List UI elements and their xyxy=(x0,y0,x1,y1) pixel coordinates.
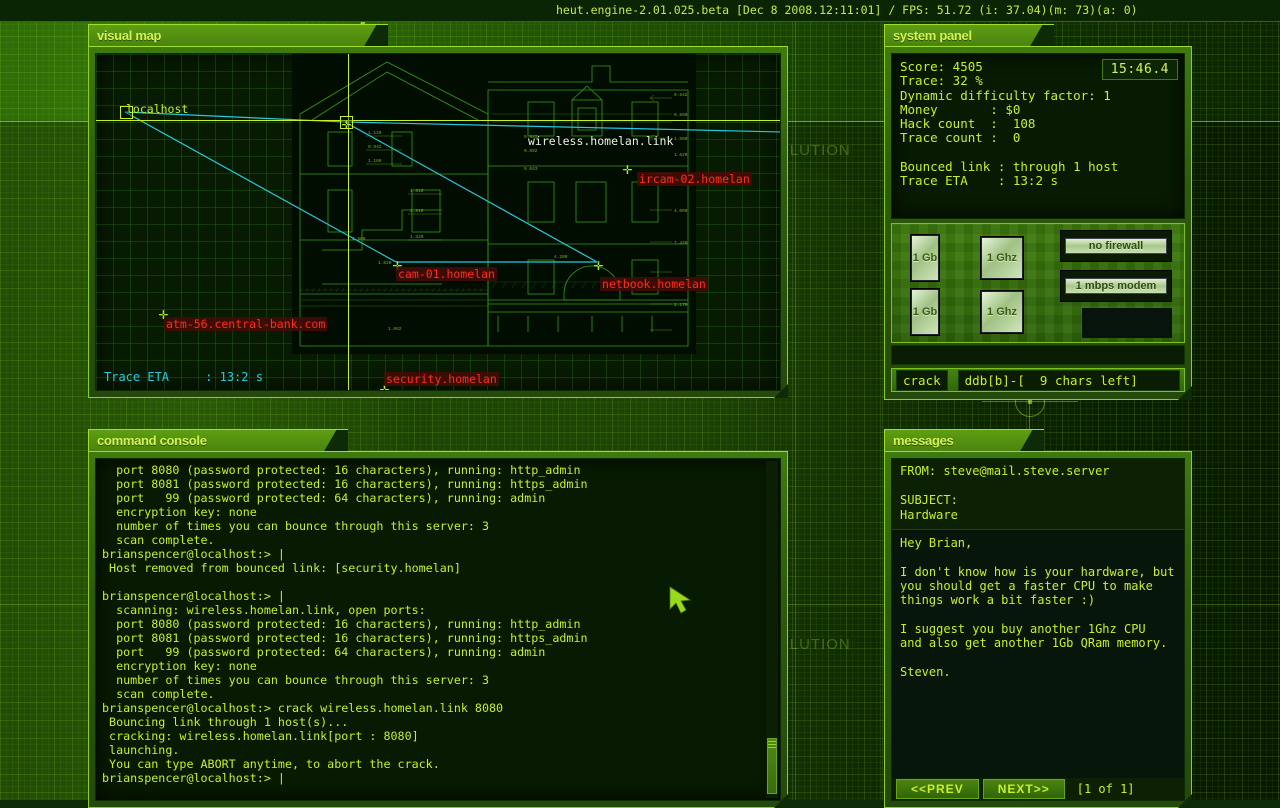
system-panel-title: system panel xyxy=(893,28,972,43)
map-node-label-security-homelan[interactable]: security.homelan xyxy=(384,372,499,386)
prev-message-button[interactable]: <<PREV xyxy=(896,779,979,799)
map-axis-vertical xyxy=(348,54,349,391)
console-screen[interactable]: port 8080 (password protected: 16 charac… xyxy=(95,458,781,801)
map-node-label-atm-56-central-bank[interactable]: atm-56.central-bank.com xyxy=(164,317,327,331)
crack-progress-bar: crack ddb[b]-[ 9 chars left] xyxy=(891,368,1185,392)
visual-map-title: visual map xyxy=(97,28,161,43)
modem-slot[interactable]: 1 mbps modem xyxy=(1060,270,1172,302)
map-node-label-ircam-02-homelan[interactable]: ircam-02.homelan xyxy=(637,172,752,186)
map-connection-lines xyxy=(96,54,781,391)
messages-nav: <<PREV NEXT>> [1 of 1] xyxy=(892,778,1184,800)
next-message-button[interactable]: NEXT>> xyxy=(983,779,1065,799)
ram-slot-1[interactable]: 1 Gb xyxy=(910,234,940,282)
console-output: port 8080 (password protected: 16 charac… xyxy=(100,463,780,785)
hardware-board: 1 Gb 1 Gb 1 Ghz 1 Ghz no firewall 1 mbps… xyxy=(891,223,1185,343)
messages-screen: FROM: steve@mail.steve.server SUBJECT: H… xyxy=(891,458,1185,801)
cpu-slot-1-label: 1 Ghz xyxy=(987,253,1017,264)
command-console-panel: command console port 8080 (password prot… xyxy=(88,429,788,808)
system-panel: system panel Score: 4505 Trace: 32 % Dyn… xyxy=(884,24,1192,400)
map-node-marker-wireless-homelan-link[interactable]: ✛ xyxy=(339,116,354,131)
map-node-label-localhost[interactable]: localhost xyxy=(126,102,188,116)
system-panel-spacer xyxy=(891,345,1185,365)
cpu-slot-1[interactable]: 1 Ghz xyxy=(980,236,1024,280)
map-trace-eta: Trace ETA : 13:2 s xyxy=(104,370,263,384)
map-node-marker-ircam-02-homelan[interactable]: ✛ xyxy=(620,161,635,176)
command-console-title: command console xyxy=(97,433,207,448)
cpu-slot-2[interactable]: 1 Ghz xyxy=(980,290,1024,334)
map-node-label-netbook-homelan[interactable]: netbook.homelan xyxy=(600,277,708,291)
console-scrollbar[interactable] xyxy=(766,461,778,798)
background-vrule-right xyxy=(880,0,881,800)
visual-map-body: 0.9420.880 1.5001.620 0.3874.000 7.4202.… xyxy=(88,46,788,398)
map-node-label-wireless-homelan-link[interactable]: wireless.homelan.link xyxy=(528,134,673,148)
crack-button[interactable]: crack xyxy=(896,370,948,391)
firewall-label: no firewall xyxy=(1089,240,1143,252)
ram-slot-2-label: 1 Gb xyxy=(913,307,937,318)
system-stats-screen: Score: 4505 Trace: 32 % Dynamic difficul… xyxy=(891,53,1185,219)
map-node-label-cam-01-homelan[interactable]: cam-01.homelan xyxy=(396,267,497,281)
command-console-body: port 8080 (password protected: 16 charac… xyxy=(88,451,788,808)
message-body: Hey Brian, I don't know how is your hard… xyxy=(892,530,1184,778)
modem-label: 1 mbps modem xyxy=(1076,280,1157,292)
system-panel-body: Score: 4505 Trace: 32 % Dynamic difficul… xyxy=(884,46,1192,400)
system-panel-tab[interactable]: system panel xyxy=(884,24,1054,46)
message-header: FROM: steve@mail.steve.server SUBJECT: H… xyxy=(892,459,1184,530)
command-console-tab[interactable]: command console xyxy=(88,429,348,451)
map-node-marker-netbook-homelan[interactable]: ✛ xyxy=(591,257,606,272)
visual-map-screen[interactable]: 0.9420.880 1.5001.620 0.3874.000 7.4202.… xyxy=(95,53,781,391)
empty-hardware-slot[interactable] xyxy=(1082,308,1172,338)
ram-slot-1-label: 1 Gb xyxy=(913,253,937,264)
map-axis-horizontal xyxy=(96,120,781,121)
cpu-slot-2-label: 1 Ghz xyxy=(987,307,1017,318)
mouse-cursor-icon xyxy=(668,585,694,615)
message-counter: [1 of 1] xyxy=(1077,782,1135,796)
background-vrule-left xyxy=(795,0,796,800)
ram-slot-2[interactable]: 1 Gb xyxy=(910,288,940,336)
engine-status-text: heut.engine-2.01.025.beta [Dec 8 2008.12… xyxy=(556,3,1138,17)
game-clock: 15:46.4 xyxy=(1102,59,1178,80)
messages-title: messages xyxy=(893,433,953,448)
messages-body: FROM: steve@mail.steve.server SUBJECT: H… xyxy=(884,451,1192,808)
messages-panel: messages FROM: steve@mail.steve.server S… xyxy=(884,429,1192,808)
console-scrollbar-thumb[interactable] xyxy=(767,738,777,794)
firewall-slot[interactable]: no firewall xyxy=(1060,230,1172,262)
messages-tab[interactable]: messages xyxy=(884,429,1044,451)
visual-map-panel: visual map xyxy=(88,24,788,398)
visual-map-tab[interactable]: visual map xyxy=(88,24,388,46)
crack-progress-text: ddb[b]-[ 9 chars left] xyxy=(958,370,1180,391)
